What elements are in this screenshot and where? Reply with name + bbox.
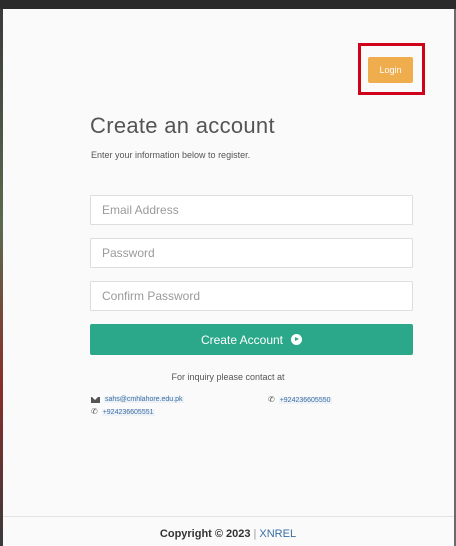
contact-phone-2[interactable]: ✆ +924236605551 bbox=[91, 408, 155, 416]
page-title: Create an account bbox=[90, 113, 275, 138]
password-field[interactable] bbox=[90, 238, 413, 268]
envelope-icon bbox=[91, 396, 100, 403]
footer-divider bbox=[3, 516, 454, 517]
contact-phone-2-text[interactable]: +924236605551 bbox=[101, 408, 155, 416]
create-account-label: Create Account bbox=[200, 332, 284, 347]
arrow-circle-right-icon bbox=[291, 334, 303, 345]
window-top-strip bbox=[0, 0, 456, 9]
login-button[interactable]: Login bbox=[368, 57, 413, 83]
create-account-button[interactable]: Create Account bbox=[90, 324, 413, 355]
email-field[interactable] bbox=[90, 195, 413, 225]
contact-phone-1[interactable]: ✆ +924236605550 bbox=[268, 396, 332, 404]
phone-icon: ✆ bbox=[91, 407, 98, 416]
confirm-password-field[interactable] bbox=[90, 281, 413, 311]
inquiry-text: For inquiry please contact at bbox=[171, 372, 285, 382]
footer: Copyright © 2023 | XNREL bbox=[0, 528, 456, 540]
contact-email[interactable]: sahs@cmhlahore.edu.pk bbox=[91, 396, 184, 403]
brand-link[interactable]: XNREL bbox=[259, 528, 296, 540]
footer-separator: | bbox=[253, 528, 257, 540]
page-subtitle: Enter your information below to register… bbox=[91, 150, 251, 160]
phone-icon: ✆ bbox=[268, 395, 275, 404]
contact-email-text[interactable]: sahs@cmhlahore.edu.pk bbox=[104, 396, 184, 403]
contact-phone-1-text[interactable]: +924236605550 bbox=[278, 396, 332, 404]
copyright-text: Copyright © 2023 bbox=[159, 528, 251, 540]
